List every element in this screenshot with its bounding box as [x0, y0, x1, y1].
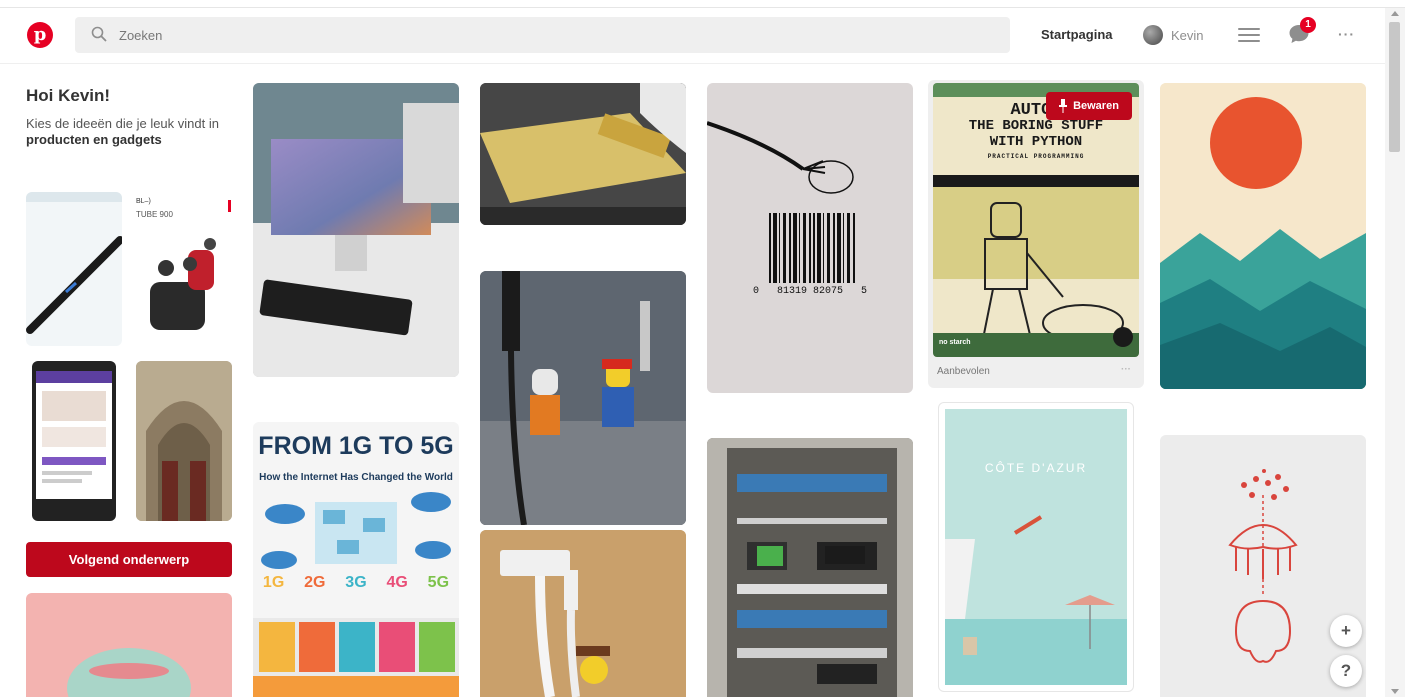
infographic-image [253, 492, 459, 697]
pink-jar-thumbnail[interactable] [26, 593, 232, 697]
earbuds-product-thumbnail[interactable]: BL–) TUBE 900 [130, 192, 232, 346]
barcode-spaghetti-pin[interactable]: 0 81319 82075 5 [707, 83, 913, 393]
internet-infographic-pin[interactable]: FROM 1G TO 5G How the Internet Has Chang… [253, 422, 459, 697]
lego-cable-pin[interactable] [480, 271, 686, 525]
sunset-mountains-pin[interactable] [1160, 83, 1366, 389]
phone-image [36, 371, 112, 499]
more-options-icon[interactable]: ··· [1338, 26, 1355, 42]
generation-label: 3G [345, 574, 367, 591]
hamburger-menu-icon[interactable] [1238, 24, 1260, 44]
poster-title: CÔTE D'AZUR [984, 461, 1088, 475]
pin-icon [1059, 99, 1068, 113]
browser-top-edge [0, 0, 1405, 8]
search-bar[interactable] [75, 17, 1010, 53]
generation-label: 2G [304, 574, 326, 591]
search-input[interactable] [119, 17, 979, 53]
welcome-panel: Hoi Kevin! Kies de ideeën die je leuk vi… [26, 86, 231, 147]
desk-setup-pin[interactable] [253, 83, 459, 377]
pen-image [26, 192, 122, 334]
python-book-pin[interactable]: AUTOM THE BORING STUFF WITH PYTHON PRACT… [928, 80, 1144, 388]
pinterest-logo-icon[interactable]: p [27, 22, 53, 48]
greeting-prompt: Kies de ideeën die je leuk vindt in [26, 116, 219, 131]
mountains-image [1160, 83, 1366, 389]
save-button[interactable]: Bewaren [1046, 92, 1132, 120]
nav-profile-link[interactable]: Kevin [1143, 21, 1204, 49]
cathedral-thumbnail[interactable] [136, 361, 232, 521]
gold-leaf-pin[interactable] [480, 83, 686, 225]
book-publisher: no starch [939, 339, 971, 346]
scrollbar-thumb[interactable] [1389, 22, 1400, 152]
pen-product-thumbnail[interactable] [26, 192, 122, 346]
charger-cable-pin[interactable] [480, 530, 686, 697]
generation-label: 5G [427, 574, 450, 591]
add-button[interactable]: + [1330, 615, 1362, 647]
generation-label: 4G [386, 574, 408, 591]
greeting-heading: Hoi Kevin! [26, 86, 111, 105]
cabinet-image [707, 438, 913, 697]
save-button-label: Bewaren [1073, 100, 1119, 112]
top-bar: p Startpagina Kevin 1 ··· [0, 8, 1385, 64]
cote-dazur-poster-pin[interactable]: CÔTE D'AZUR [938, 402, 1134, 692]
next-topic-button[interactable]: Volgend onderwerp [26, 542, 232, 577]
nav-home-link[interactable]: Startpagina [1041, 27, 1113, 42]
barcode-number: 0 81319 82075 5 [752, 286, 868, 297]
barcode-image [707, 121, 855, 283]
avatar [1143, 25, 1163, 45]
profile-name: Kevin [1171, 27, 1204, 43]
pin-caption: Aanbevolen [937, 366, 990, 377]
earbuds-image [150, 238, 216, 330]
topic-name: producten en gadgets [26, 132, 162, 147]
generation-labels: 1G 2G 3G 4G 5G [253, 574, 459, 592]
book-illustration [933, 187, 1139, 357]
poster-art: CÔTE D'AZUR [945, 409, 1127, 685]
poster-illustration [945, 515, 1127, 685]
lego-image [480, 271, 686, 525]
wiring-cabinet-pin[interactable] [707, 438, 913, 697]
phone-app-thumbnail[interactable] [32, 361, 116, 521]
cathedral-image [136, 361, 232, 521]
notification-badge: 1 [1300, 17, 1316, 33]
scroll-down-arrow-icon[interactable] [1391, 689, 1399, 694]
help-button[interactable]: ? [1330, 655, 1362, 687]
scroll-up-arrow-icon[interactable] [1391, 11, 1399, 16]
cable-image [480, 530, 686, 697]
gold-leaf-image [480, 83, 686, 225]
book-cover: AUTOM THE BORING STUFF WITH PYTHON PRACT… [933, 83, 1139, 357]
page-scrollbar[interactable] [1385, 8, 1405, 697]
generation-label: 1G [262, 574, 285, 591]
search-icon [91, 26, 107, 42]
desk-image [253, 83, 459, 377]
jar-image [67, 648, 191, 697]
pin-more-icon[interactable]: ··· [1121, 364, 1131, 375]
